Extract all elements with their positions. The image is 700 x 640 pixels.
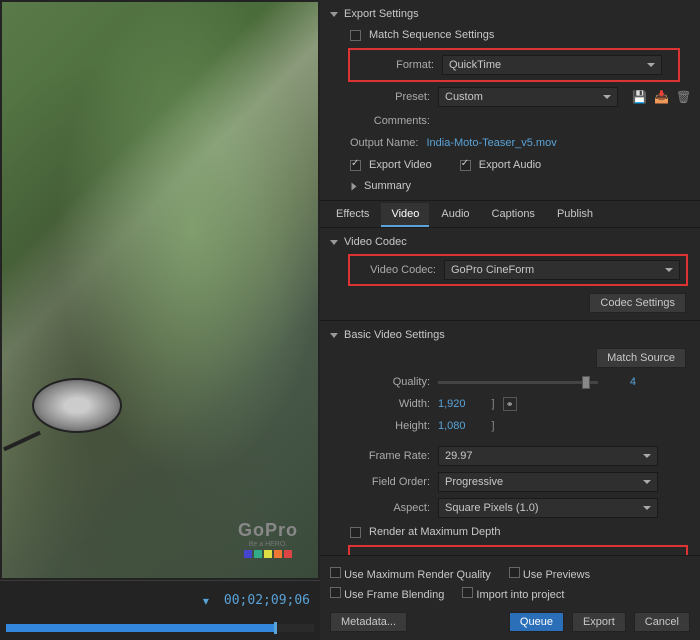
aspect-dropdown[interactable]: Square Pixels (1.0): [438, 498, 658, 518]
preset-dropdown[interactable]: Custom: [438, 87, 618, 107]
height-value[interactable]: 1,080: [438, 420, 466, 432]
tab-publish[interactable]: Publish: [547, 203, 603, 227]
export-audio-checkbox[interactable]: [460, 160, 471, 171]
footer: Use Maximum Render Quality Use Previews …: [320, 555, 700, 640]
export-video-checkbox[interactable]: [350, 160, 361, 171]
progress-bar[interactable]: [6, 624, 314, 632]
link-dimensions-icon[interactable]: ⚭: [503, 397, 517, 411]
preset-label: Preset:: [350, 91, 430, 103]
tab-captions[interactable]: Captions: [482, 203, 545, 227]
summary-toggle[interactable]: Summary: [320, 176, 700, 196]
frame-blending-checkbox[interactable]: [330, 587, 341, 598]
tab-effects[interactable]: Effects: [326, 203, 379, 227]
output-name-link[interactable]: India-Moto-Teaser_v5.mov: [426, 137, 556, 149]
format-label: Format:: [354, 59, 434, 71]
import-project-checkbox[interactable]: [462, 587, 473, 598]
tab-audio[interactable]: Audio: [431, 203, 479, 227]
cancel-button[interactable]: Cancel: [634, 612, 690, 632]
quality-slider[interactable]: [438, 381, 598, 384]
comments-input[interactable]: [438, 113, 690, 129]
video-preview[interactable]: GoPro Be a HERO.: [2, 2, 318, 578]
codec-dropdown[interactable]: GoPro CineForm: [444, 260, 680, 280]
preview-panel: GoPro Be a HERO. ▾ 00;02;09;06: [0, 0, 320, 640]
match-sequence-checkbox[interactable]: [350, 30, 361, 41]
framerate-dropdown[interactable]: 29.97: [438, 446, 658, 466]
settings-panel: Export Settings Match Sequence Settings …: [320, 0, 700, 640]
fieldorder-dropdown[interactable]: Progressive: [438, 472, 658, 492]
save-preset-icon[interactable]: 💾: [632, 90, 646, 104]
width-value[interactable]: 1,920: [438, 398, 466, 410]
max-quality-checkbox[interactable]: [330, 567, 341, 578]
timeline-bar: ▾ 00;02;09;06: [0, 580, 320, 620]
marker-icon[interactable]: ▾: [203, 594, 209, 608]
gopro-logo: GoPro: [238, 520, 298, 541]
export-button[interactable]: Export: [572, 612, 626, 632]
queue-button[interactable]: Queue: [509, 612, 564, 632]
use-previews-checkbox[interactable]: [509, 567, 520, 578]
delete-preset-icon[interactable]: 🗑: [676, 90, 690, 104]
metadata-button[interactable]: Metadata...: [330, 612, 407, 632]
video-codec-header[interactable]: Video Codec: [320, 232, 700, 252]
match-source-button[interactable]: Match Source: [596, 348, 686, 368]
codec-label: Video Codec:: [356, 264, 436, 276]
import-preset-icon[interactable]: 📥: [654, 90, 668, 104]
timecode[interactable]: 00;02;09;06: [224, 593, 310, 608]
codec-settings-button[interactable]: Codec Settings: [589, 293, 686, 313]
quality-value[interactable]: 4: [606, 376, 636, 388]
format-dropdown[interactable]: QuickTime: [442, 55, 662, 75]
comments-label: Comments:: [350, 115, 430, 127]
match-sequence-label: Match Sequence Settings: [369, 29, 494, 41]
basic-video-header[interactable]: Basic Video Settings: [320, 325, 700, 345]
tab-video[interactable]: Video: [381, 203, 429, 227]
max-depth-checkbox[interactable]: [350, 527, 361, 538]
export-settings-header[interactable]: Export Settings: [320, 4, 700, 24]
output-name-label: Output Name:: [350, 137, 418, 149]
settings-tabs: Effects Video Audio Captions Publish: [320, 201, 700, 228]
